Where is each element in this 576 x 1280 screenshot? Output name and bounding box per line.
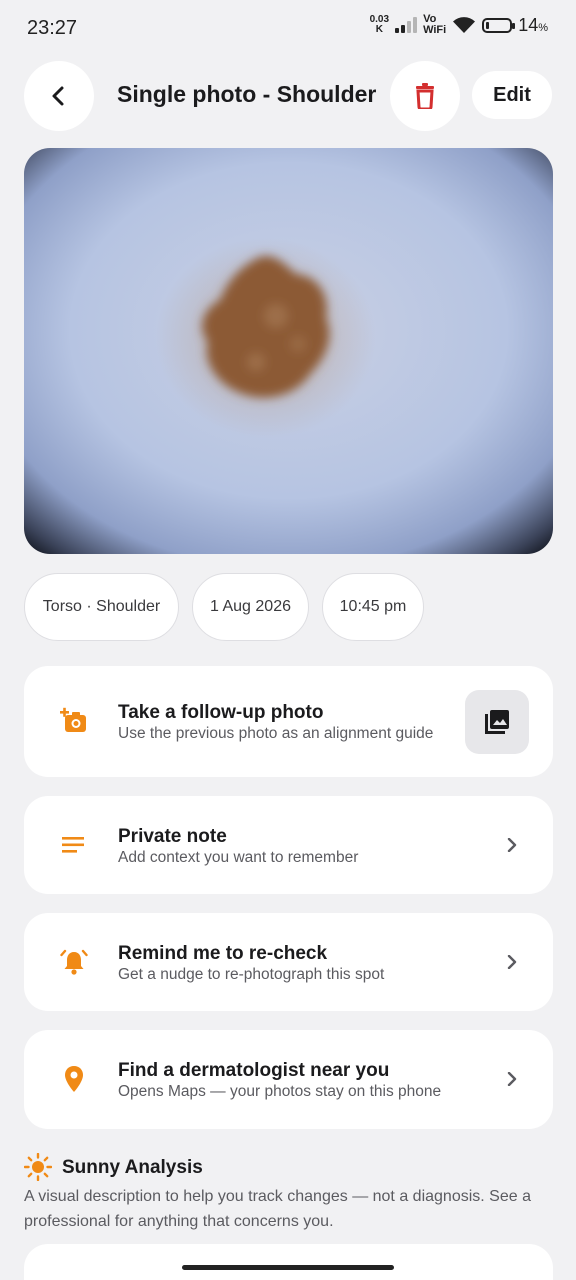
camera-plus-icon — [60, 707, 86, 732]
card-title: Private note — [118, 826, 227, 847]
follow-up-photo-card[interactable]: Take a follow-up photo Use the previous … — [24, 666, 553, 777]
battery-percent: 14% — [518, 14, 548, 35]
recheck-reminder-card[interactable]: Remind me to re-check Get a nudge to re-… — [24, 913, 553, 1011]
sun-icon — [24, 1153, 52, 1181]
page-title: Single photo - Shoulder — [117, 81, 377, 107]
analysis-title: Sunny Analysis — [62, 1157, 203, 1178]
time-chip[interactable]: 10:45 pm — [322, 573, 424, 641]
gallery-button[interactable] — [465, 690, 529, 754]
analysis-card — [24, 1244, 553, 1280]
card-title: Remind me to re-check — [118, 943, 328, 964]
network-speed: 0.03 K — [369, 14, 390, 35]
private-note-card[interactable]: Private note Add context you want to rem… — [24, 796, 553, 894]
card-title: Take a follow-up photo — [118, 702, 324, 723]
chevron-right-icon — [507, 955, 517, 969]
back-button[interactable] — [24, 61, 94, 131]
home-indicator[interactable] — [182, 1265, 394, 1270]
cellular-signal-icon — [395, 17, 418, 33]
alarm-bell-icon — [60, 949, 88, 975]
battery-icon — [482, 17, 516, 33]
chevron-right-icon — [507, 838, 517, 852]
wifi-icon — [453, 17, 476, 33]
chevron-right-icon — [507, 1072, 517, 1086]
vowifi-indicator: Vo WiFi — [423, 13, 447, 36]
battery-level — [486, 21, 490, 29]
arrow-left-icon — [52, 86, 64, 106]
card-subtitle: Get a nudge to re-photograph this spot — [118, 966, 385, 983]
card-subtitle: Use the previous photo as an alignment g… — [118, 725, 434, 742]
edit-button[interactable]: Edit — [472, 71, 552, 119]
status-icons: 0.03 K Vo WiFi 14% — [370, 14, 548, 36]
card-title: Find a dermatologist near you — [118, 1060, 390, 1081]
note-lines-icon — [62, 837, 84, 853]
body-location-chip[interactable]: Torso · Shoulder — [24, 573, 179, 641]
map-pin-icon — [65, 1066, 83, 1092]
status-bar: 23:27 0.03 K Vo WiFi 14% — [0, 0, 576, 56]
card-subtitle: Add context you want to remember — [118, 849, 359, 866]
analysis-description: A visual description to help you track c… — [24, 1188, 531, 1230]
delete-button[interactable] — [390, 61, 460, 131]
gallery-icon — [485, 710, 509, 734]
card-subtitle: Opens Maps — your photos stay on this ph… — [118, 1083, 442, 1100]
trash-icon — [416, 83, 434, 109]
date-chip[interactable]: 1 Aug 2026 — [192, 573, 309, 641]
status-time: 23:27 — [27, 17, 78, 39]
lesion-image — [24, 148, 553, 554]
find-dermatologist-card[interactable]: Find a dermatologist near you Opens Maps… — [24, 1030, 553, 1129]
lesion-photo — [24, 148, 553, 554]
